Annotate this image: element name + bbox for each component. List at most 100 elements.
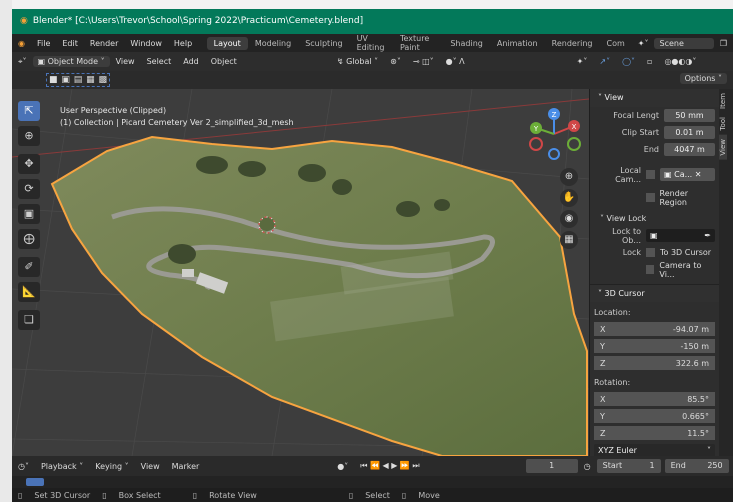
cursor-rotation-x-field[interactable]: X 85.5° bbox=[594, 392, 715, 407]
record-icon[interactable]: ●˅ bbox=[331, 462, 354, 471]
start-value: 1 bbox=[649, 461, 655, 470]
gizmo-z-negative[interactable] bbox=[548, 148, 560, 160]
workspace-tab-rendering[interactable]: Rendering bbox=[545, 37, 600, 50]
overlay-icon[interactable]: ◯˅ bbox=[616, 57, 641, 66]
scene-selector-icon[interactable]: ✦˅ bbox=[632, 39, 655, 48]
gizmo-icon[interactable]: ↗˅ bbox=[593, 57, 616, 66]
cursor-tool-icon[interactable]: ⊕ bbox=[18, 126, 40, 146]
menu-object[interactable]: Object bbox=[205, 57, 243, 66]
workspace-tab-modeling[interactable]: Modeling bbox=[248, 37, 298, 50]
menu-file[interactable]: File bbox=[31, 39, 56, 48]
tab-tool[interactable]: Tool bbox=[719, 113, 727, 135]
workspace-tab-layout[interactable]: Layout bbox=[206, 36, 248, 50]
3d-viewport[interactable]: User Perspective (Clipped) (1) Collectio… bbox=[12, 89, 589, 456]
shading-modes-icon[interactable]: ◎●◐◑˅ bbox=[658, 57, 702, 66]
menu-view[interactable]: View bbox=[110, 57, 141, 66]
navigation-gizmo[interactable]: X Z Y bbox=[524, 106, 584, 166]
frame-indicator[interactable] bbox=[26, 478, 44, 486]
eyedropper-icon[interactable]: ✒ bbox=[704, 229, 715, 242]
transform-orientation-dropdown[interactable]: ↯ Global ˅ bbox=[331, 57, 384, 66]
select-box-tool-icon[interactable]: ⇱ bbox=[18, 101, 40, 121]
current-frame-field[interactable]: 1 bbox=[525, 459, 578, 473]
cursor-rotation-z-field[interactable]: Z 11.5° bbox=[594, 426, 715, 441]
local-camera-field[interactable]: ▣ Ca... ✕ bbox=[660, 168, 715, 181]
lock-to-object-field[interactable]: ▣ ✒ bbox=[646, 229, 715, 242]
workspace-tab-compositing[interactable]: Com bbox=[600, 37, 632, 50]
options-dropdown[interactable]: Options ˅ bbox=[679, 73, 727, 84]
cursor-location-x-field[interactable]: X -94.07 m bbox=[594, 322, 715, 337]
select-new-icon[interactable]: ■ bbox=[49, 75, 58, 85]
sidebar-tabs: Item Tool View bbox=[719, 89, 733, 456]
keying-menu[interactable]: Keying ˅ bbox=[89, 462, 134, 471]
blender-menu-icon[interactable]: ◉ bbox=[12, 39, 31, 48]
3d-cursor-panel-header[interactable]: ˅ 3D Cursor bbox=[590, 284, 719, 302]
pan-hand-icon[interactable]: ✋ bbox=[560, 189, 578, 207]
annotate-tool-icon[interactable]: ✐ bbox=[18, 257, 40, 277]
add-cube-tool-icon[interactable]: ❏ bbox=[18, 310, 40, 330]
timeline-scrubber[interactable] bbox=[12, 476, 733, 488]
proportional-edit-icon[interactable]: ●˅ Λ bbox=[440, 57, 471, 66]
tool-shelf: ⇱ ⊕ ✥ ⟳ ▣ ⨁ ✐ 📐 ❏ bbox=[18, 101, 44, 335]
workspace-tab-shading[interactable]: Shading bbox=[443, 37, 490, 50]
status-select: Select bbox=[365, 490, 390, 500]
start-frame-field[interactable]: Start 1 bbox=[596, 459, 661, 473]
cursor-rotation-y-field[interactable]: Y 0.665° bbox=[594, 409, 715, 424]
view-lock-header[interactable]: ˅ View Lock bbox=[590, 210, 719, 227]
playback-menu[interactable]: Playback ˅ bbox=[35, 462, 89, 471]
menu-edit[interactable]: Edit bbox=[56, 39, 84, 48]
render-region-checkbox[interactable] bbox=[646, 193, 655, 202]
select-invert-icon[interactable]: ▦ bbox=[86, 75, 95, 85]
workspace-tab-animation[interactable]: Animation bbox=[490, 37, 545, 50]
focal-length-field[interactable]: 50 mm bbox=[664, 109, 715, 122]
menu-select[interactable]: Select bbox=[141, 57, 178, 66]
scene-field[interactable]: Scene bbox=[654, 37, 714, 49]
visibility-icon[interactable]: ✦˅ bbox=[571, 57, 594, 66]
measure-tool-icon[interactable]: 📐 bbox=[18, 282, 40, 302]
menu-window[interactable]: Window bbox=[124, 39, 168, 48]
menu-render[interactable]: Render bbox=[84, 39, 124, 48]
xray-icon[interactable]: ▫ bbox=[641, 57, 658, 66]
zoom-icon[interactable]: ⊕ bbox=[560, 168, 578, 186]
marker-menu[interactable]: Marker bbox=[166, 462, 206, 471]
gizmo-y-negative[interactable] bbox=[567, 137, 581, 151]
location-z-value: 322.6 m bbox=[675, 359, 709, 368]
workspace-tab-uv-editing[interactable]: UV Editing bbox=[350, 32, 393, 54]
local-camera-checkbox[interactable] bbox=[646, 170, 655, 179]
timeline-editor-icon[interactable]: ◷˅ bbox=[12, 462, 35, 471]
select-intersect-icon[interactable]: ▩ bbox=[99, 75, 108, 85]
cursor-location-y-field[interactable]: Y -150 m bbox=[594, 339, 715, 354]
workspace-tab-texture-paint[interactable]: Texture Paint bbox=[393, 32, 443, 54]
ortho-grid-icon[interactable]: ▦ bbox=[560, 231, 578, 249]
transform-tool-icon[interactable]: ⨁ bbox=[18, 229, 40, 249]
scale-tool-icon[interactable]: ▣ bbox=[18, 204, 40, 224]
pivot-point-icon[interactable]: ⊛˅ bbox=[384, 57, 407, 66]
select-extend-icon[interactable]: ▣ bbox=[61, 75, 70, 85]
mode-dropdown[interactable]: ▣ Object Mode ˅ bbox=[32, 56, 110, 67]
tab-view[interactable]: View bbox=[719, 134, 727, 160]
cursor-location-z-field[interactable]: Z 322.6 m bbox=[594, 356, 715, 371]
status-box-select: Box Select bbox=[118, 490, 161, 500]
tab-item[interactable]: Item bbox=[719, 89, 727, 113]
clip-end-field[interactable]: 4047 m bbox=[664, 143, 715, 156]
move-tool-icon[interactable]: ✥ bbox=[18, 154, 40, 174]
select-subtract-icon[interactable]: ▤ bbox=[74, 75, 83, 85]
new-scene-icon[interactable]: ❐ bbox=[714, 39, 733, 48]
timeline-view-menu[interactable]: View bbox=[135, 462, 166, 471]
rotation-y-value: 0.665° bbox=[682, 412, 709, 421]
editor-type-icon[interactable]: ⌖˅ bbox=[12, 57, 33, 67]
select-mode-buttons[interactable]: ■ ▣ ▤ ▦ ▩ bbox=[46, 73, 110, 87]
workspace-tab-sculpting[interactable]: Sculpting bbox=[298, 37, 349, 50]
camera-to-view-checkbox[interactable] bbox=[646, 265, 655, 274]
menu-help[interactable]: Help bbox=[168, 39, 198, 48]
view-panel-header[interactable]: ˅ View bbox=[590, 89, 719, 107]
to-3d-cursor-checkbox[interactable] bbox=[646, 248, 655, 257]
snap-icon[interactable]: ⊸ ◫˅ bbox=[407, 57, 440, 66]
rotate-tool-icon[interactable]: ⟳ bbox=[18, 179, 40, 199]
clip-start-field[interactable]: 0.01 m bbox=[664, 126, 715, 139]
gizmo-x-negative[interactable] bbox=[529, 137, 543, 151]
menu-add[interactable]: Add bbox=[177, 57, 205, 66]
camera-view-icon[interactable]: ◉ bbox=[560, 210, 578, 228]
window-title: Blender* [C:\Users\Trevor\School\Spring … bbox=[32, 16, 364, 26]
end-frame-field[interactable]: End 250 bbox=[664, 459, 729, 473]
playback-controls[interactable]: ⏮ ⏪ ◀ ▶ ⏩ ⏭ bbox=[354, 461, 425, 471]
